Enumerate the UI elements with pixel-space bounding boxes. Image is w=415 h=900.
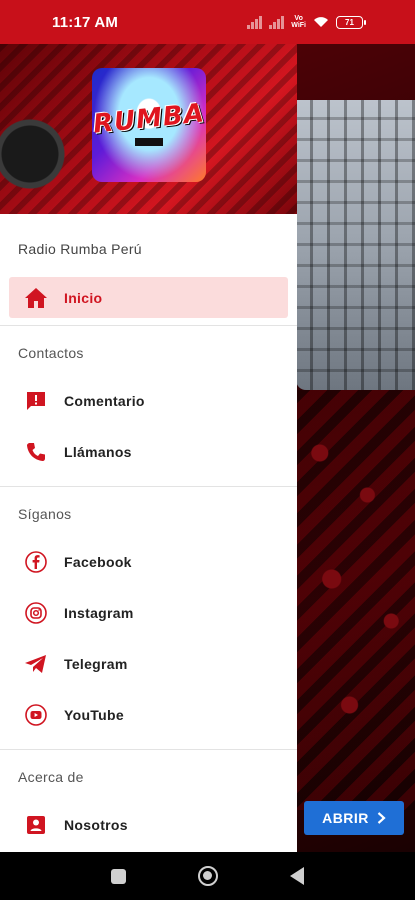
studio-photo bbox=[296, 100, 415, 390]
wifi-icon bbox=[314, 17, 328, 27]
menu-item-instagram[interactable]: Instagram bbox=[9, 587, 288, 638]
status-icons: Vo WiFi 71 bbox=[247, 15, 366, 29]
status-time: 11:17 AM bbox=[52, 13, 119, 31]
drawer-title: Radio Rumba Perú bbox=[18, 241, 142, 257]
youtube-icon bbox=[23, 702, 49, 728]
vowifi-icon: Vo WiFi bbox=[291, 15, 306, 29]
logo-subtext bbox=[134, 138, 163, 146]
facebook-icon bbox=[23, 549, 49, 575]
section-title-acerca-de: Acerca de bbox=[18, 769, 84, 785]
menu-item-label: Llámanos bbox=[64, 443, 132, 460]
menu-item-label: Inicio bbox=[64, 289, 103, 306]
recents-button[interactable] bbox=[111, 868, 126, 884]
chevron-right-icon bbox=[377, 812, 386, 824]
section-title-siganos: Síganos bbox=[18, 506, 72, 522]
navigation-drawer: RUMBA Radio Rumba Perú Inicio Contactos … bbox=[0, 44, 297, 852]
logo-text: RUMBA bbox=[92, 98, 206, 140]
menu-item-label: YouTube bbox=[64, 706, 124, 723]
drawer-header: RUMBA bbox=[0, 44, 297, 214]
menu-item-youtube[interactable]: YouTube bbox=[9, 689, 288, 740]
back-button[interactable] bbox=[290, 867, 304, 885]
menu-item-nosotros[interactable]: Nosotros bbox=[9, 799, 288, 850]
contact-card-icon bbox=[23, 812, 49, 838]
app-logo: RUMBA bbox=[92, 68, 206, 182]
comment-alert-icon bbox=[23, 388, 49, 414]
signal-icon bbox=[247, 15, 263, 29]
menu-item-facebook[interactable]: Facebook bbox=[9, 536, 288, 587]
menu-item-telegram[interactable]: Telegram bbox=[9, 638, 288, 689]
menu-item-label: Instagram bbox=[64, 604, 134, 621]
status-bar: 11:17 AM Vo WiFi 71 bbox=[0, 0, 415, 44]
menu-item-label: Telegram bbox=[64, 655, 128, 672]
section-title-contactos: Contactos bbox=[18, 345, 84, 361]
menu-item-inicio[interactable]: Inicio bbox=[9, 277, 288, 318]
menu-item-label: Nosotros bbox=[64, 816, 128, 833]
open-button[interactable]: ABRIR bbox=[304, 801, 404, 835]
instagram-icon bbox=[23, 600, 49, 626]
signal-icon-2 bbox=[269, 15, 285, 29]
menu-item-label: Facebook bbox=[64, 553, 132, 570]
menu-item-label: Comentario bbox=[64, 392, 145, 409]
open-button-label: ABRIR bbox=[322, 810, 369, 826]
battery-icon: 71 bbox=[336, 15, 366, 29]
studio-mixer-image bbox=[296, 390, 415, 810]
home-icon bbox=[23, 285, 49, 311]
telegram-icon bbox=[23, 651, 49, 677]
home-button[interactable] bbox=[198, 866, 218, 886]
phone-icon bbox=[23, 439, 49, 465]
menu-item-llamanos[interactable]: Llámanos bbox=[9, 426, 288, 477]
menu-item-comentario[interactable]: Comentario bbox=[9, 375, 288, 426]
system-nav-bar bbox=[0, 852, 415, 900]
